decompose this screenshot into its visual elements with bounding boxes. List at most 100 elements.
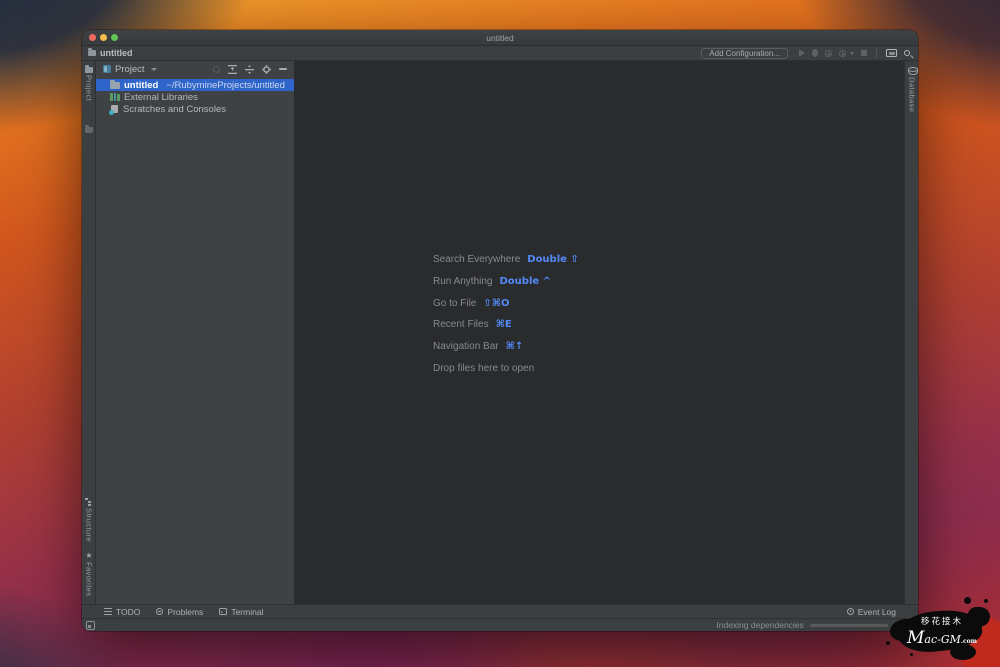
shortcut-hints: Search Everywhere Double ⇧ Run Anything … (433, 249, 579, 379)
todo-button[interactable]: TODO (104, 607, 140, 617)
tree-row-scratches[interactable]: Scratches and Consoles (96, 103, 294, 115)
toolbar-separator (876, 48, 877, 58)
tree-item-name: External Libraries (124, 91, 198, 103)
sidebar-item-favorites[interactable]: ★ Favorites (82, 550, 96, 596)
structure-icon (85, 497, 91, 506)
locate-file-icon[interactable] (213, 65, 220, 73)
left-stripe: Project Structure ★ Favorites (82, 61, 96, 604)
sidebar-item-secondary[interactable] (82, 125, 96, 133)
debug-icon[interactable] (812, 49, 818, 57)
presentation-icon[interactable] (886, 49, 897, 57)
ink-dot (886, 641, 890, 645)
project-panel: Project untitled ~/RubymineProjects/unti… (96, 61, 295, 604)
project-tree: untitled ~/RubymineProjects/untitled Ext… (96, 77, 294, 115)
titlebar: untitled (82, 30, 918, 46)
favorites-tool-label: Favorites (84, 561, 94, 596)
right-stripe: Database (904, 61, 918, 604)
shortcut-row: Recent Files ⌘E (433, 314, 579, 336)
sidebar-item-database[interactable]: Database (905, 67, 918, 112)
chevron-down-icon[interactable] (150, 67, 157, 71)
libraries-icon (110, 93, 120, 101)
hide-panel-icon[interactable] (279, 68, 287, 70)
search-everywhere-icon[interactable] (904, 50, 910, 56)
structure-tool-label: Structure (84, 507, 94, 542)
main-toolbar: untitled Add Configuration... (82, 46, 918, 61)
problems-label: Problems (167, 606, 204, 617)
terminal-button[interactable]: Terminal (219, 607, 263, 617)
sidebar-item-project[interactable]: Project (82, 65, 96, 102)
folder-icon (110, 79, 120, 89)
todo-icon (104, 608, 112, 615)
tree-item-path: ~/RubymineProjects/untitled (166, 79, 285, 91)
indexing-status: Indexing dependencies (716, 620, 898, 630)
breadcrumb-label: untitled (100, 48, 133, 58)
event-log-label: Event Log (857, 606, 896, 617)
add-configuration-button[interactable]: Add Configuration... (701, 47, 788, 59)
commit-tool-icon (85, 125, 93, 133)
shortcut-label: Navigation Bar (433, 341, 499, 353)
shortcut-keys: ⌘E (495, 319, 512, 331)
shortcut-row: Run Anything Double ^ (433, 271, 579, 293)
shortcut-label: Run Anything (433, 276, 493, 288)
run-icon[interactable] (799, 49, 805, 57)
todo-label: TODO (116, 606, 141, 617)
tree-row-untitled[interactable]: untitled ~/RubymineProjects/untitled (96, 79, 294, 91)
project-view-title[interactable]: Project (115, 64, 145, 75)
shortcut-row: Drop files here to open (433, 357, 579, 379)
run-controls (799, 48, 912, 58)
status-bar: Indexing dependencies (82, 618, 918, 631)
watermark-brand: Mac-GM.com (906, 628, 977, 648)
star-icon: ★ (85, 550, 93, 560)
terminal-icon (219, 608, 228, 615)
breadcrumb[interactable]: untitled (88, 48, 133, 58)
main-area: Project Structure ★ Favorites Project un… (82, 61, 918, 604)
tree-row-external-libraries[interactable]: External Libraries (96, 91, 294, 103)
shortcut-row: Navigation Bar ⌘↑ (433, 336, 579, 358)
project-tool-label: Project (84, 75, 94, 102)
database-tool-label: Database (907, 77, 917, 113)
stop-icon[interactable] (861, 50, 867, 56)
shortcut-keys: Double ⇧ (527, 254, 579, 266)
ink-dot (910, 653, 913, 656)
event-log-button[interactable]: Event Log (846, 606, 896, 617)
gear-icon[interactable] (262, 64, 271, 74)
folder-icon (88, 48, 96, 56)
project-view-icon (103, 65, 111, 73)
window-title: untitled (486, 33, 514, 43)
panel-header-actions (213, 64, 287, 74)
red-splatter (954, 612, 1000, 667)
collapse-all-icon[interactable] (245, 64, 254, 74)
shortcut-row: Go to File ⇧⌘O (433, 292, 579, 314)
window-layout-icon[interactable] (86, 620, 95, 630)
profiler-icon[interactable] (839, 49, 846, 57)
bottom-tool-bar: TODO Problems Terminal Event Log (82, 604, 918, 618)
tree-item-name: untitled (124, 79, 159, 91)
editor-area: Search Everywhere Double ⇧ Run Anything … (295, 61, 904, 604)
coverage-icon[interactable] (825, 49, 832, 57)
shortcut-label: Recent Files (433, 319, 489, 331)
shortcut-keys: ⇧⌘O (483, 297, 510, 309)
scratches-icon (109, 104, 119, 115)
shortcut-label: Go to File (433, 297, 477, 309)
pause-indexing-icon[interactable] (893, 622, 898, 628)
ink-splatter (950, 644, 976, 660)
ink-dot (964, 597, 971, 604)
expand-all-icon[interactable] (228, 64, 237, 74)
ink-dot (984, 599, 988, 603)
problems-icon (156, 608, 164, 615)
terminal-label: Terminal (231, 606, 264, 617)
sidebar-item-structure[interactable]: Structure (82, 497, 96, 542)
shortcut-keys: Double ^ (499, 276, 552, 288)
project-tool-icon (85, 65, 93, 73)
problems-button[interactable]: Problems (156, 607, 203, 617)
event-log-icon (846, 608, 854, 615)
shortcut-label: Drop files here to open (433, 362, 535, 374)
shortcut-row: Search Everywhere Double ⇧ (433, 249, 579, 271)
indexing-progress-bar (809, 623, 888, 627)
database-icon (908, 67, 918, 75)
project-panel-header: Project (96, 61, 294, 77)
chevron-down-icon[interactable] (850, 51, 854, 55)
ide-window: untitled untitled Add Configuration... P… (82, 30, 918, 631)
indexing-label: Indexing dependencies (716, 620, 804, 630)
ink-splatter (968, 607, 990, 627)
